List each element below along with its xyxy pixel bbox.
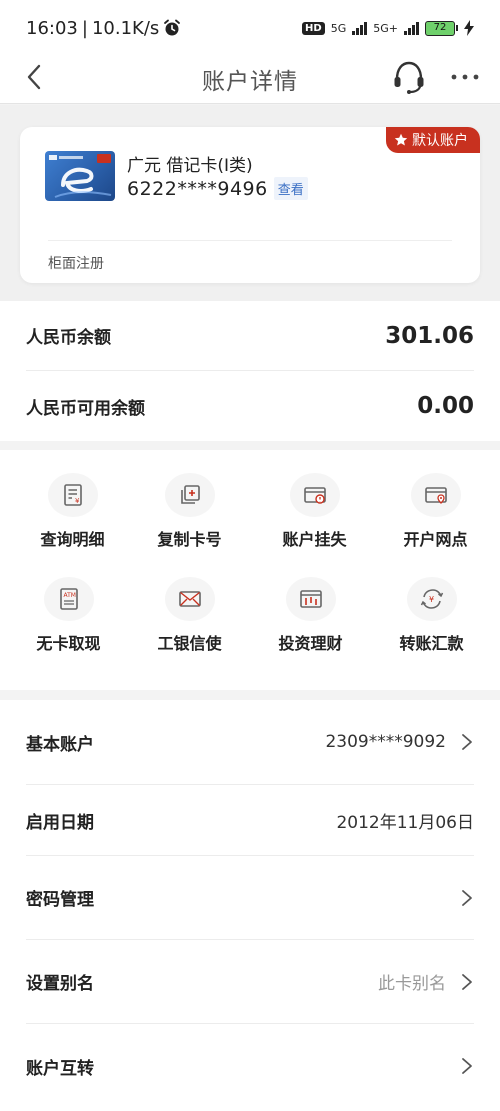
chevron-right-icon (462, 973, 472, 990)
network-5g-label: 5G (330, 21, 347, 35)
message-icon (164, 577, 215, 621)
status-separator: | (81, 17, 88, 39)
battery-level: 72 (425, 20, 455, 36)
atm-icon: ATM (43, 577, 94, 621)
func-cardless-withdraw[interactable]: ATM 无卡取现 (6, 554, 131, 654)
card-section: 广元 借记卡(I类) 6222****9496 查看 默认账户 柜面注册 (0, 105, 500, 301)
card-e-logo-icon (49, 154, 112, 198)
status-left: 16:03 | 10.1K/s (26, 18, 181, 39)
row-label: 账户互转 (26, 1058, 94, 1079)
invest-icon (285, 577, 336, 621)
func-label: 转账汇款 (399, 634, 464, 653)
nav-bar: 账户详情 (0, 56, 500, 104)
row-account-transfer[interactable]: 账户互转 (26, 1024, 474, 1108)
func-label: 复制卡号 (157, 530, 222, 549)
func-query-detail[interactable]: ¥ 查询明细 (10, 450, 135, 550)
default-account-badge: 默认账户 (386, 127, 480, 153)
basic-account-number: 2309****9092 (325, 732, 446, 752)
func-transfer[interactable]: ¥ 转账汇款 (369, 554, 494, 654)
chevron-right-icon (462, 1058, 472, 1074)
balance-section: 人民币余额 301.06 人民币可用余额 0.00 (0, 301, 500, 441)
branch-location-icon (410, 473, 461, 517)
row-open-date: 启用日期 2012年11月06日 (26, 785, 474, 856)
balance-value: 301.06 (385, 322, 474, 349)
balance-label: 人民币余额 (26, 328, 111, 348)
balance-row-rmb: 人民币余额 301.06 (26, 301, 474, 371)
svg-text:ATM: ATM (63, 592, 75, 599)
transfer-icon: ¥ (406, 577, 457, 621)
func-report-loss[interactable]: 账户挂失 (252, 450, 377, 550)
row-set-alias[interactable]: 设置别名 此卡别名 (26, 940, 474, 1024)
hd-badge: HD (302, 21, 325, 35)
balance-row-available: 人民币可用余额 0.00 (26, 371, 474, 441)
row-password-management[interactable]: 密码管理 (26, 856, 474, 940)
alarm-icon (164, 19, 181, 36)
svg-text:¥: ¥ (75, 497, 80, 505)
account-card[interactable]: 广元 借记卡(I类) 6222****9496 查看 默认账户 柜面注册 (20, 127, 480, 283)
signal-icon-2 (404, 21, 419, 35)
row-label: 设置别名 (26, 974, 94, 994)
statement-icon: ¥ (47, 473, 98, 517)
svg-text:¥: ¥ (429, 595, 434, 604)
battery-icon: 72 (425, 20, 458, 36)
func-label: 投资理财 (278, 634, 343, 653)
customer-service-icon[interactable] (390, 58, 428, 96)
star-icon (394, 133, 408, 146)
status-right: HD 5G 5G+ 72 (302, 20, 474, 36)
card-number: 6222****9496 (127, 177, 268, 200)
row-label: 基本账户 (26, 734, 94, 755)
func-label: 查询明细 (40, 530, 105, 549)
copy-card-icon (164, 473, 215, 517)
row-basic-account[interactable]: 基本账户 2309****9092 (26, 700, 474, 785)
default-account-label: 默认账户 (412, 133, 468, 149)
func-copy-card[interactable]: 复制卡号 (127, 450, 252, 550)
func-icbc-messenger[interactable]: 工银信使 (127, 554, 252, 654)
func-investment[interactable]: 投资理财 (248, 554, 373, 654)
func-label: 工银信使 (157, 634, 222, 653)
card-number-row: 6222****9496 查看 (127, 177, 308, 200)
report-loss-icon (289, 473, 340, 517)
func-label: 无卡取现 (36, 634, 101, 653)
status-bar: 16:03 | 10.1K/s HD 5G 5G+ 72 (0, 0, 500, 56)
alias-placeholder: 此卡别名 (378, 974, 446, 994)
more-icon[interactable] (448, 64, 482, 90)
card-name: 广元 借记卡(I类) (127, 156, 253, 176)
chevron-right-icon (462, 734, 472, 750)
chevron-right-icon (462, 889, 472, 906)
status-time: 16:03 (26, 17, 78, 39)
card-registration-status: 柜面注册 (48, 256, 104, 272)
open-date-value: 2012年11月06日 (336, 812, 474, 833)
network-5gplus-label: 5G+ (373, 21, 398, 35)
card-divider (48, 240, 452, 241)
charging-icon (464, 20, 474, 36)
available-balance-value: 0.00 (417, 393, 474, 419)
row-label: 启用日期 (26, 812, 94, 833)
settings-list: 基本账户 2309****9092 启用日期 2012年11月06日 密码管理 … (0, 700, 500, 1111)
view-card-number-link[interactable]: 查看 (273, 177, 308, 200)
function-grid: ¥ 查询明细 复制卡号 账户挂失 开户网点 ATM 无卡取现 工银信使 投资理财… (0, 450, 500, 690)
available-balance-label: 人民币可用余额 (26, 398, 145, 419)
func-branch[interactable]: 开户网点 (373, 450, 498, 550)
card-face-image (45, 151, 115, 201)
row-label: 密码管理 (26, 890, 94, 910)
status-net-speed: 10.1K/s (91, 17, 160, 39)
func-label: 开户网点 (403, 530, 468, 549)
signal-icon (352, 21, 368, 35)
func-label: 账户挂失 (282, 530, 347, 549)
